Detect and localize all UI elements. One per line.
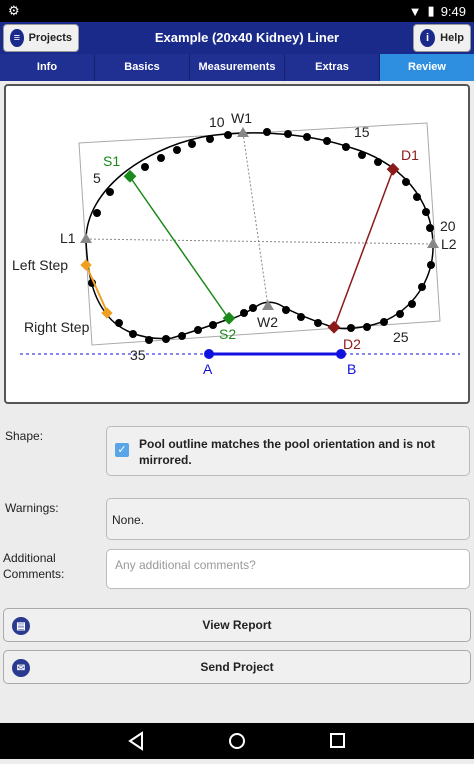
label-w2: W2 bbox=[257, 314, 278, 330]
list-icon: ≡ bbox=[10, 29, 24, 47]
wifi-icon: ▼ bbox=[408, 3, 422, 19]
projects-label: Projects bbox=[28, 32, 72, 44]
label-s2: S2 bbox=[219, 326, 236, 342]
tab-measurements[interactable]: Measurements bbox=[190, 54, 285, 81]
home-icon bbox=[229, 733, 245, 749]
navigation-bar bbox=[0, 723, 474, 759]
label-d1: D1 bbox=[401, 147, 419, 163]
warnings-box: None. bbox=[106, 498, 470, 540]
label-a: A bbox=[203, 361, 213, 377]
label-5: 5 bbox=[93, 170, 101, 186]
label-left-step: Left Step bbox=[12, 257, 68, 273]
shape-label: Shape: bbox=[5, 429, 44, 443]
label-l2: L2 bbox=[441, 236, 457, 252]
shape-box[interactable]: ✓ Pool outline matches the pool orientat… bbox=[106, 426, 470, 476]
tab-review[interactable]: Review bbox=[380, 54, 474, 81]
d2-marker bbox=[327, 320, 341, 334]
title-bar: ≡ Projects Example (20x40 Kidney) Liner … bbox=[0, 22, 474, 54]
status-time: 9:49 bbox=[440, 3, 466, 19]
page-title: Example (20x40 Kidney) Liner bbox=[154, 30, 340, 45]
comments-label: Additional Comments: bbox=[3, 551, 65, 581]
help-label: Help bbox=[440, 32, 464, 44]
bounding-box bbox=[78, 122, 441, 346]
label-w1: W1 bbox=[231, 110, 252, 126]
w1-marker bbox=[237, 127, 249, 137]
view-report-label: View Report bbox=[202, 618, 272, 632]
label-right-step: Right Step bbox=[24, 319, 90, 335]
send-project-label: Send Project bbox=[200, 660, 274, 674]
android-icon: ⚙ bbox=[8, 3, 20, 18]
help-button[interactable]: i Help bbox=[413, 24, 471, 52]
outline-points bbox=[88, 128, 435, 344]
d-line bbox=[333, 169, 394, 329]
projects-button[interactable]: ≡ Projects bbox=[3, 24, 79, 52]
mail-icon: ✉ bbox=[12, 659, 30, 677]
label-20: 20 bbox=[440, 218, 456, 234]
label-d2: D2 bbox=[343, 336, 361, 352]
s-line bbox=[129, 176, 230, 320]
length-line bbox=[85, 238, 434, 245]
status-bar: ⚙ ▼ ▮ 9:49 bbox=[0, 0, 474, 22]
nav-icons bbox=[128, 731, 345, 751]
send-project-button[interactable]: ✉ Send Project bbox=[3, 650, 471, 684]
shape-text: Pool outline matches the pool orientatio… bbox=[139, 437, 436, 467]
w2-marker bbox=[262, 300, 274, 310]
label-10: 10 bbox=[209, 114, 225, 130]
comments-input[interactable]: Any additional comments? bbox=[106, 549, 470, 589]
recents-icon bbox=[330, 733, 345, 748]
l2-marker bbox=[427, 238, 439, 248]
left-step-marker bbox=[80, 259, 92, 271]
shape-checkbox[interactable]: ✓ bbox=[115, 443, 129, 457]
info-icon: i bbox=[420, 29, 436, 47]
width-line bbox=[242, 132, 269, 307]
pool-diagram: W1 W2 S1 S2 D1 D2 L1 L2 A B 5 10 15 20 2… bbox=[4, 84, 470, 404]
label-s1: S1 bbox=[103, 153, 120, 169]
a-point bbox=[204, 349, 214, 359]
pool-diagram-svg: W1 W2 S1 S2 D1 D2 L1 L2 A B 5 10 15 20 2… bbox=[12, 110, 460, 377]
view-report-button[interactable]: ▤ View Report bbox=[3, 608, 471, 642]
warnings-value: None. bbox=[112, 513, 145, 527]
label-l1: L1 bbox=[60, 230, 76, 246]
label-35: 35 bbox=[130, 347, 146, 363]
label-25: 25 bbox=[393, 329, 409, 345]
battery-icon: ▮ bbox=[427, 3, 435, 18]
label-15: 15 bbox=[354, 124, 370, 140]
label-b: B bbox=[347, 361, 356, 377]
l1-marker bbox=[80, 233, 92, 243]
tab-basics[interactable]: Basics bbox=[95, 54, 190, 81]
tab-info[interactable]: Info bbox=[0, 54, 95, 81]
back-icon bbox=[128, 731, 143, 751]
warnings-label: Warnings: bbox=[5, 501, 59, 515]
document-icon: ▤ bbox=[12, 617, 30, 635]
tab-extras[interactable]: Extras bbox=[285, 54, 380, 81]
tab-bar: Info Basics Measurements Extras Review bbox=[0, 54, 474, 81]
